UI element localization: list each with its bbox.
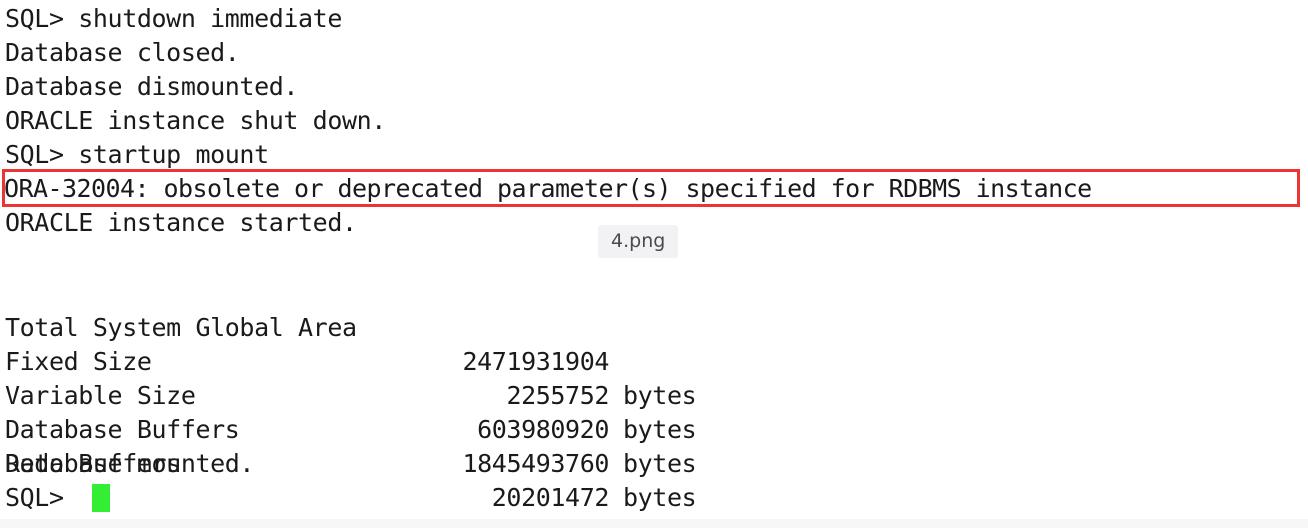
- filename-chip: 4.png: [598, 225, 679, 258]
- terminal-line-startup-command: SQL> startup mount: [5, 140, 269, 169]
- terminal-prompt: SQL>: [5, 483, 64, 512]
- sga-unit-variable-size: bytes: [623, 449, 697, 478]
- terminal-line-instance-shut-down: ORACLE instance shut down.: [5, 106, 386, 135]
- table-row: Redo Buffers 20201472 bytes: [5, 413, 725, 528]
- terminal-screenshot: SQL> shutdown immediate Database closed.…: [0, 0, 1308, 528]
- terminal-line-shutdown-command: SQL> shutdown immediate: [5, 4, 342, 33]
- terminal-line-instance-started: ORACLE instance started.: [5, 208, 357, 237]
- terminal-line-database-mounted: Database mounted.: [5, 449, 255, 478]
- terminal-line-ora-error: ORA-32004: obsolete or deprecated parame…: [4, 174, 1092, 203]
- terminal-line-database-dismounted: Database dismounted.: [5, 72, 299, 101]
- terminal-line-database-closed: Database closed.: [5, 38, 240, 67]
- sga-unit-database-buffers: bytes: [623, 483, 697, 512]
- bottom-divider: [0, 519, 1308, 528]
- block-cursor-icon: [92, 484, 110, 512]
- table-row: Database Buffers 1845493760 bytes: [5, 379, 725, 512]
- table-row: Variable Size 603980920 bytes: [5, 345, 725, 478]
- terminal-output[interactable]: SQL> shutdown immediate Database closed.…: [0, 0, 1308, 528]
- table-row: Total System Global Area 2471931904 byte…: [5, 277, 725, 410]
- table-row: Fixed Size 2255752 bytes: [5, 311, 725, 444]
